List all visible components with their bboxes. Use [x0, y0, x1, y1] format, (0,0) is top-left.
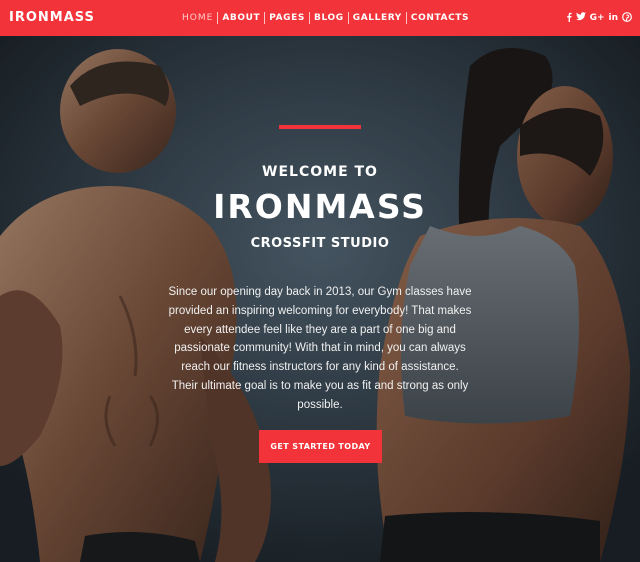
accent-divider	[279, 125, 361, 129]
site-logo[interactable]: IRONMASS	[9, 10, 95, 25]
nav-pages[interactable]: PAGES	[265, 12, 309, 24]
nav-about[interactable]: ABOUT	[218, 12, 264, 24]
hero-welcome-text: WELCOME TO	[262, 164, 378, 180]
nav-blog[interactable]: BLOG	[310, 12, 348, 24]
pinterest-icon[interactable]	[622, 12, 632, 25]
main-menu: HOME ABOUT PAGES BLOG GALLERY CONTACTS	[178, 12, 473, 24]
nav-home[interactable]: HOME	[178, 12, 217, 24]
facebook-icon[interactable]	[566, 12, 572, 25]
top-navbar: IRONMASS HOME ABOUT PAGES BLOG GALLERY C…	[0, 0, 640, 36]
google-plus-icon[interactable]: G+	[590, 12, 605, 25]
hero-title: IRONMASS	[213, 187, 427, 226]
get-started-button[interactable]: GET STARTED TODAY	[259, 430, 382, 463]
twitter-icon[interactable]	[575, 12, 586, 25]
hero-section: WELCOME TO IRONMASS CROSSFIT STUDIO Sinc…	[0, 36, 640, 562]
hero-description: Since our opening day back in 2013, our …	[168, 286, 472, 411]
hero-subtitle: CROSSFIT STUDIO	[250, 236, 390, 251]
social-links: G+ in	[566, 12, 632, 25]
linkedin-icon[interactable]: in	[609, 12, 619, 25]
nav-gallery[interactable]: GALLERY	[349, 12, 406, 24]
nav-contacts[interactable]: CONTACTS	[407, 12, 473, 24]
